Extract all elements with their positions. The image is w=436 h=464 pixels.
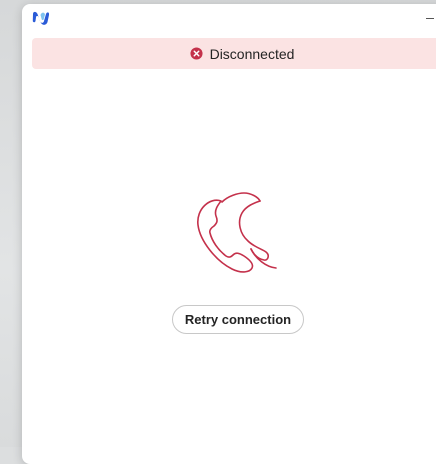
title-bar [22,4,436,34]
connection-status-banner: Disconnected [32,38,436,69]
retry-connection-button[interactable]: Retry connection [172,305,304,334]
minimize-icon[interactable] [426,18,434,19]
disconnected-phone-icon [197,192,277,273]
status-text: Disconnected [209,45,295,62]
app-window: Disconnected Retry connection [22,4,436,464]
error-x-icon [190,47,203,60]
webex-logo-icon [32,11,50,25]
